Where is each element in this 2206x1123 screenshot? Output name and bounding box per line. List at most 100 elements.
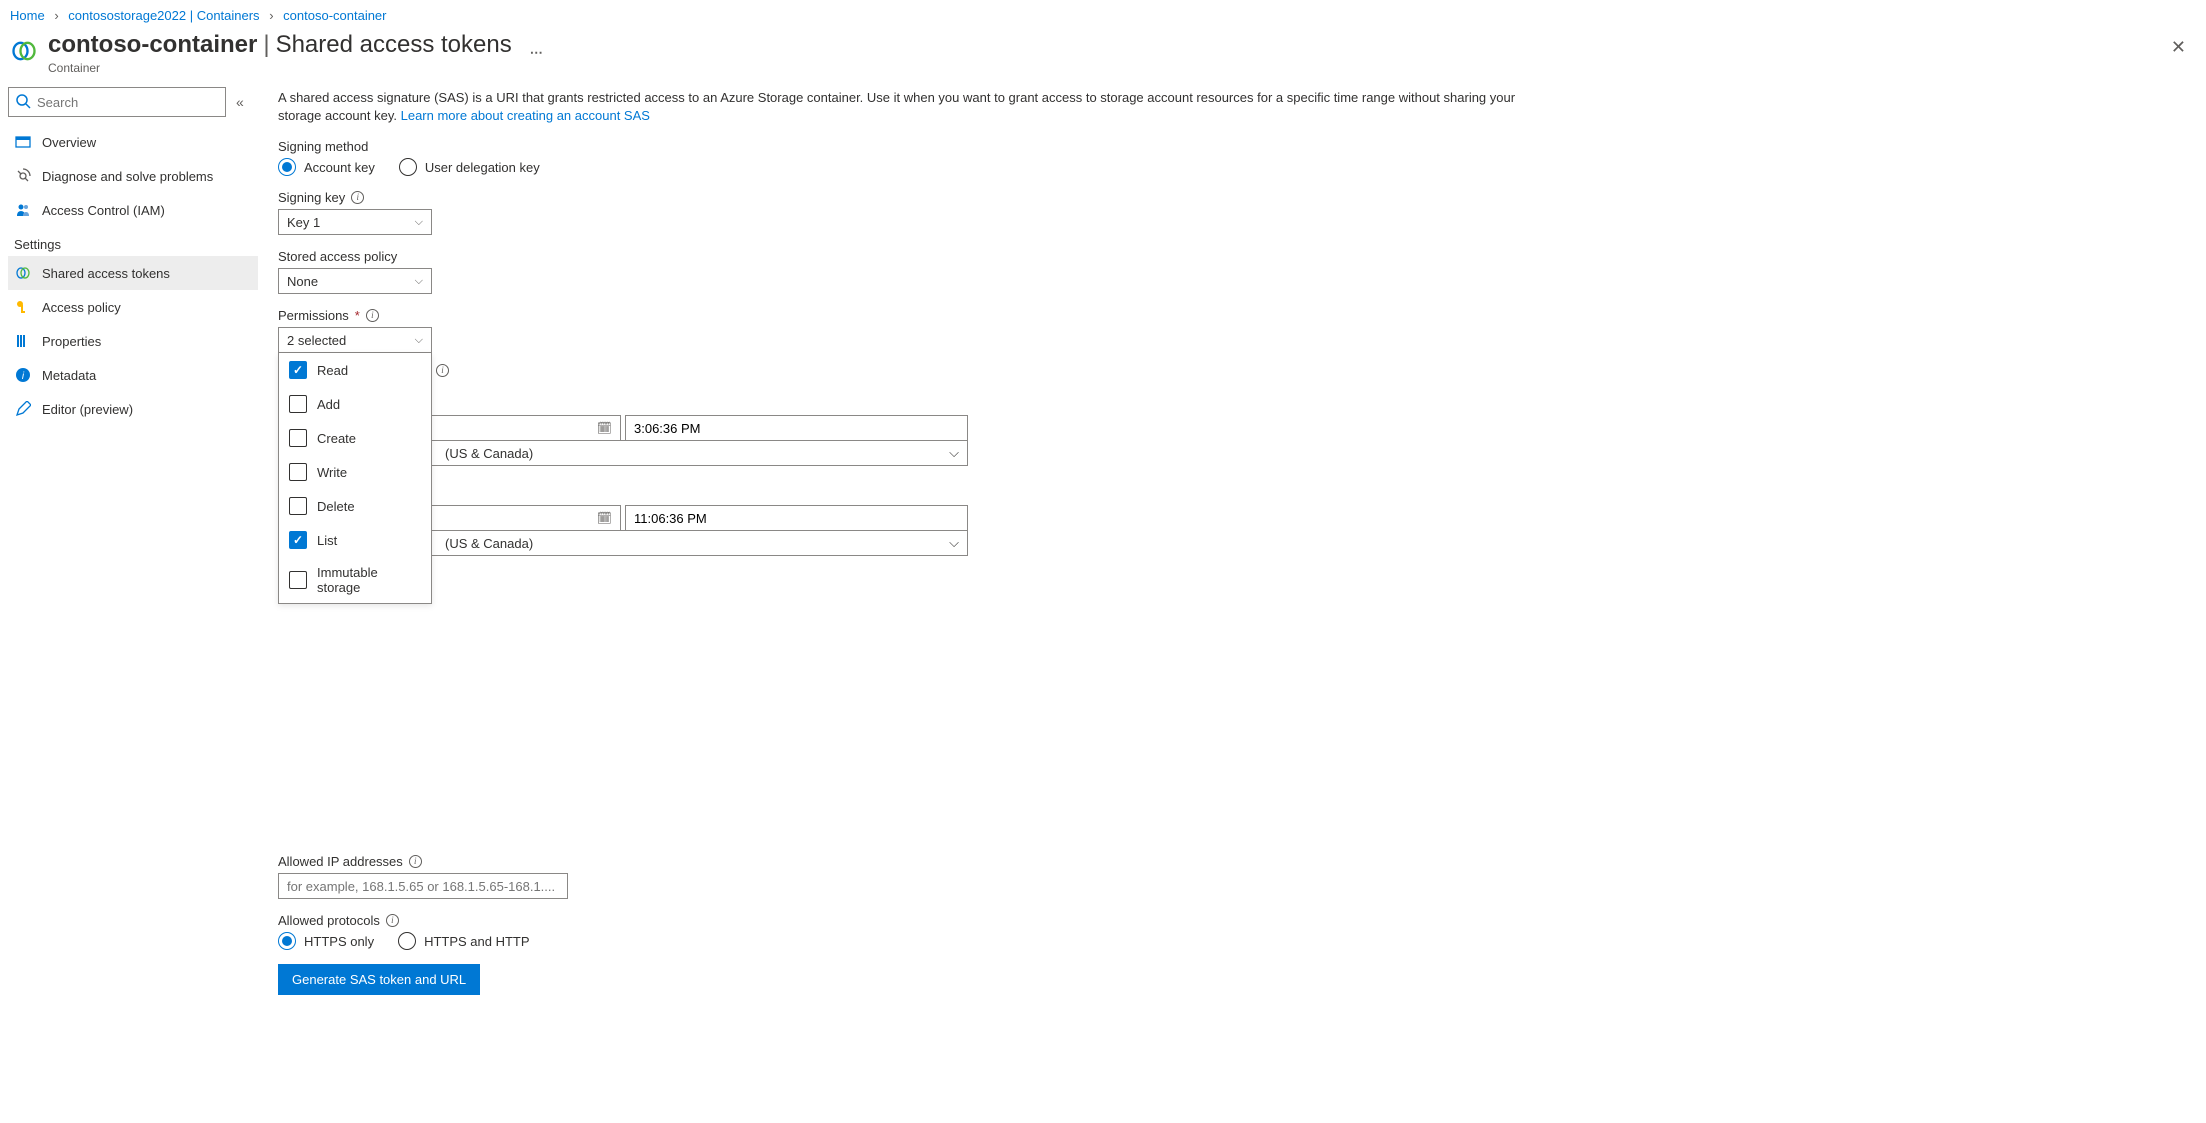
collapse-sidebar-button[interactable]: «: [236, 94, 244, 110]
permission-option-read[interactable]: Read: [279, 353, 431, 387]
metadata-icon: i: [14, 367, 32, 383]
sidebar-item-label: Access policy: [42, 300, 121, 315]
sidebar-item-label: Properties: [42, 334, 101, 349]
sidebar-item-label: Diagnose and solve problems: [42, 169, 213, 184]
editor-icon: [14, 401, 32, 417]
sidebar-item-overview[interactable]: Overview: [8, 125, 258, 159]
option-label: Add: [317, 397, 340, 412]
permissions-select[interactable]: 2 selected ⌵: [278, 327, 432, 353]
signing-method-radio-group: Account key User delegation key: [278, 158, 1518, 176]
radio-label: Account key: [304, 160, 375, 175]
info-icon[interactable]: i: [386, 914, 399, 927]
permission-option-delete[interactable]: Delete: [279, 489, 431, 523]
chevron-right-icon: ›: [54, 8, 58, 23]
breadcrumb-container[interactable]: contoso-container: [283, 8, 386, 23]
sidebar-section-settings: Settings: [8, 227, 258, 256]
page-header: contoso-container|Shared access tokens C…: [0, 27, 2206, 83]
option-label: Delete: [317, 499, 355, 514]
select-value: 2 selected: [287, 333, 346, 348]
option-label: Read: [317, 363, 348, 378]
overview-icon: [14, 134, 32, 150]
allowed-ip-label: Allowed IP addresses i: [278, 854, 1518, 869]
option-label: Create: [317, 431, 356, 446]
checkbox-icon: [289, 429, 307, 447]
generate-sas-button[interactable]: Generate SAS token and URL: [278, 964, 480, 995]
sidebar-search[interactable]: [8, 87, 226, 117]
select-value: Key 1: [287, 215, 320, 230]
breadcrumb-storage[interactable]: contosostorage2022 | Containers: [68, 8, 259, 23]
stored-policy-label: Stored access policy: [278, 249, 1518, 264]
sidebar-item-shared-access-tokens[interactable]: Shared access tokens: [8, 256, 258, 290]
permission-option-write[interactable]: Write: [279, 455, 431, 489]
select-value: None: [287, 274, 318, 289]
permission-option-list[interactable]: List: [279, 523, 431, 557]
time-value[interactable]: [634, 421, 959, 436]
search-input[interactable]: [37, 95, 219, 110]
key-icon: [14, 299, 32, 315]
sidebar-item-iam[interactable]: Access Control (IAM): [8, 193, 258, 227]
radio-label: HTTPS only: [304, 934, 374, 949]
info-icon[interactable]: i: [436, 364, 449, 377]
checkbox-icon: [289, 395, 307, 413]
chevron-down-icon: ⌵: [415, 334, 423, 347]
iam-icon: [14, 202, 32, 218]
radio-https-only[interactable]: HTTPS only: [278, 932, 374, 950]
sidebar-item-access-policy[interactable]: Access policy: [8, 290, 258, 324]
permissions-dropdown: Read Add Create Write: [278, 353, 432, 604]
sidebar-item-metadata[interactable]: i Metadata: [8, 358, 258, 392]
more-icon[interactable]: ⋯: [530, 45, 544, 61]
end-time-input[interactable]: [625, 505, 968, 531]
radio-label: HTTPS and HTTP: [424, 934, 529, 949]
option-label: Write: [317, 465, 347, 480]
checkbox-icon: [289, 463, 307, 481]
radio-https-and-http[interactable]: HTTPS and HTTP: [398, 932, 529, 950]
sidebar-item-label: Access Control (IAM): [42, 203, 165, 218]
search-icon: [15, 93, 31, 112]
title-main: contoso-container: [48, 31, 257, 58]
info-icon[interactable]: i: [409, 855, 422, 868]
chevron-down-icon: ⌵: [415, 275, 423, 288]
signing-key-select[interactable]: Key 1 ⌵: [278, 209, 432, 235]
info-icon[interactable]: i: [366, 309, 379, 322]
checkbox-icon: [289, 497, 307, 515]
sidebar-item-label: Overview: [42, 135, 96, 150]
permission-option-add[interactable]: Add: [279, 387, 431, 421]
checkbox-icon: [289, 531, 307, 549]
sidebar-item-properties[interactable]: Properties: [8, 324, 258, 358]
page-subtitle: Container: [48, 61, 512, 75]
diagnose-icon: [14, 168, 32, 184]
sidebar-item-editor[interactable]: Editor (preview): [8, 392, 258, 426]
properties-icon: [14, 333, 32, 349]
protocols-radio-group: HTTPS only HTTPS and HTTP: [278, 932, 1518, 950]
signing-method-label: Signing method: [278, 139, 1518, 154]
start-time-input[interactable]: [625, 415, 968, 441]
tokens-icon: [14, 265, 32, 281]
stored-policy-select[interactable]: None ⌵: [278, 268, 432, 294]
page-title: contoso-container|Shared access tokens: [48, 31, 512, 59]
permission-option-create[interactable]: Create: [279, 421, 431, 455]
close-button[interactable]: ✕: [2171, 37, 2186, 58]
permission-option-immutable[interactable]: Immutable storage: [279, 557, 431, 603]
signing-key-label: Signing key i: [278, 190, 1518, 205]
learn-more-link[interactable]: Learn more about creating an account SAS: [401, 108, 650, 123]
breadcrumb-home[interactable]: Home: [10, 8, 45, 23]
main-content: A shared access signature (SAS) is a URI…: [258, 83, 1538, 1029]
breadcrumb: Home › contosostorage2022 | Containers ›…: [0, 0, 2206, 27]
time-value[interactable]: [634, 511, 959, 526]
chevron-down-icon: ⌵: [415, 216, 423, 229]
calendar-icon: 🗓: [597, 421, 612, 435]
radio-account-key[interactable]: Account key: [278, 158, 375, 176]
sidebar: « Overview Diagnose and solve problems A…: [0, 83, 258, 1029]
allowed-ip-input[interactable]: [278, 873, 568, 899]
chevron-down-icon: ⌵: [949, 535, 959, 551]
radio-user-delegation-key[interactable]: User delegation key: [399, 158, 540, 176]
info-icon[interactable]: i: [351, 191, 364, 204]
checkbox-icon: [289, 361, 307, 379]
sidebar-item-label: Metadata: [42, 368, 96, 383]
option-label: Immutable storage: [317, 565, 421, 595]
checkbox-icon: [289, 571, 307, 589]
sidebar-item-diagnose[interactable]: Diagnose and solve problems: [8, 159, 258, 193]
container-icon: [10, 37, 38, 65]
chevron-down-icon: ⌵: [949, 445, 959, 461]
calendar-icon: 🗓: [597, 511, 612, 525]
